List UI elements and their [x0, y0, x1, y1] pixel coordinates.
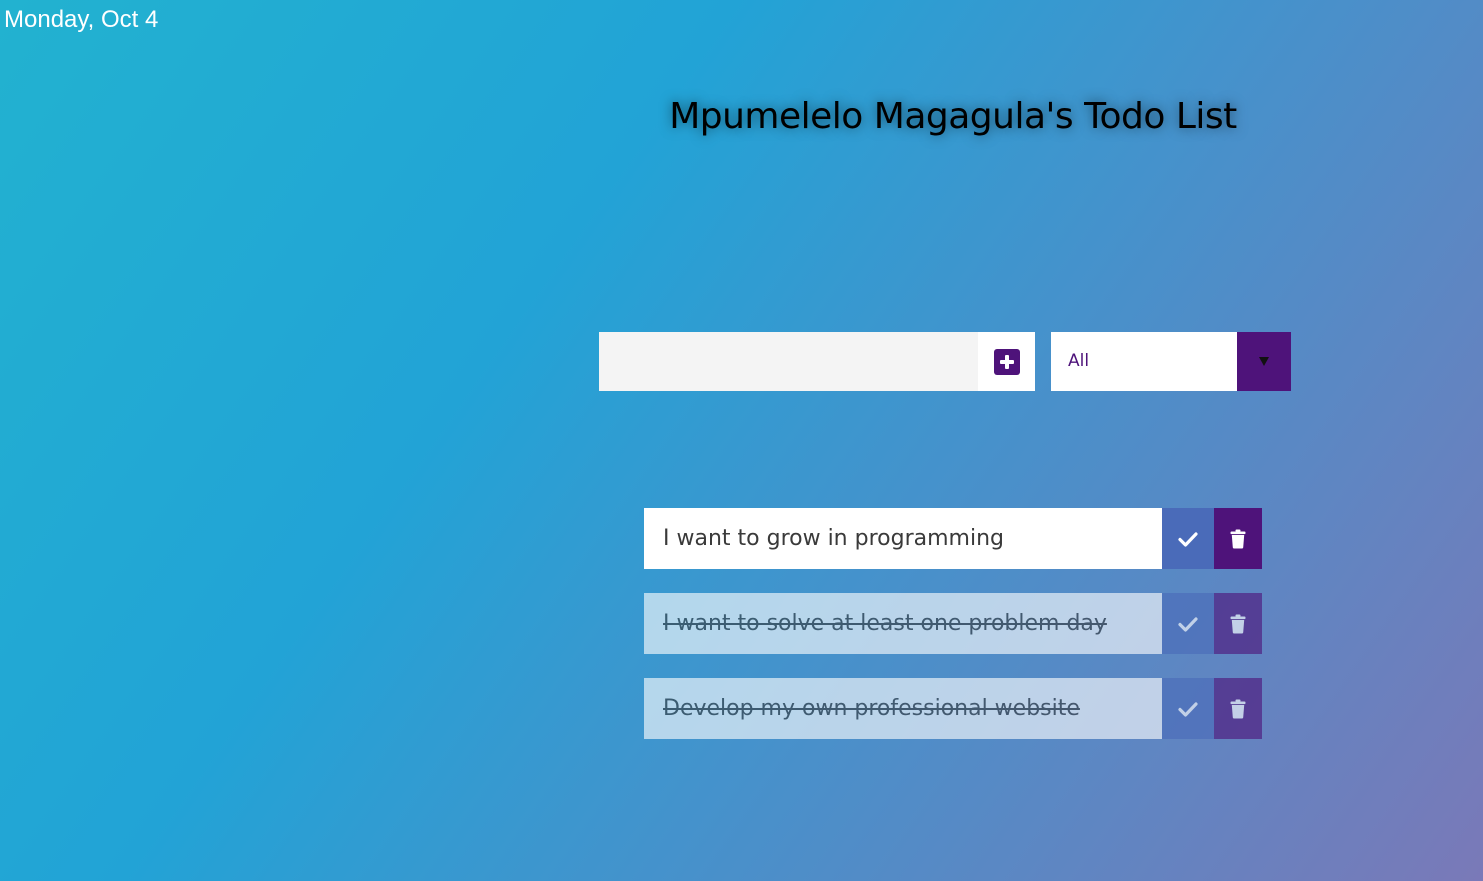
complete-button[interactable] [1162, 508, 1214, 569]
todo-text: I want to grow in programming [663, 526, 1004, 551]
filter-selected-value: All [1068, 351, 1090, 371]
complete-button[interactable] [1162, 593, 1214, 654]
page-title: Mpumelelo Magagula's Todo List [669, 96, 1237, 137]
trash-icon [1230, 699, 1246, 719]
filter-dropdown-arrow[interactable] [1237, 332, 1291, 391]
trash-icon [1230, 529, 1246, 549]
todo-item: I want to grow in programming [644, 508, 1262, 569]
add-todo-form [599, 332, 1035, 391]
filter-select[interactable]: All [1051, 332, 1291, 391]
complete-button[interactable] [1162, 678, 1214, 739]
check-icon [1178, 701, 1198, 717]
caret-down-icon [1259, 357, 1269, 366]
add-todo-button[interactable] [978, 332, 1035, 391]
check-icon [1178, 616, 1198, 632]
todo-input[interactable] [599, 332, 978, 391]
delete-button[interactable] [1214, 678, 1262, 739]
delete-button[interactable] [1214, 593, 1262, 654]
trash-icon [1230, 614, 1246, 634]
delete-button[interactable] [1214, 508, 1262, 569]
todo-list: I want to grow in programming I want to … [644, 508, 1262, 763]
todo-item: I want to solve at least one problem day [644, 593, 1262, 654]
plus-square-icon [993, 348, 1020, 375]
todo-text: I want to solve at least one problem day [663, 611, 1107, 636]
check-icon [1178, 531, 1198, 547]
todo-item: Develop my own professional website [644, 678, 1262, 739]
current-date: Monday, Oct 4 [4, 6, 159, 33]
todo-text: Develop my own professional website [663, 696, 1080, 721]
